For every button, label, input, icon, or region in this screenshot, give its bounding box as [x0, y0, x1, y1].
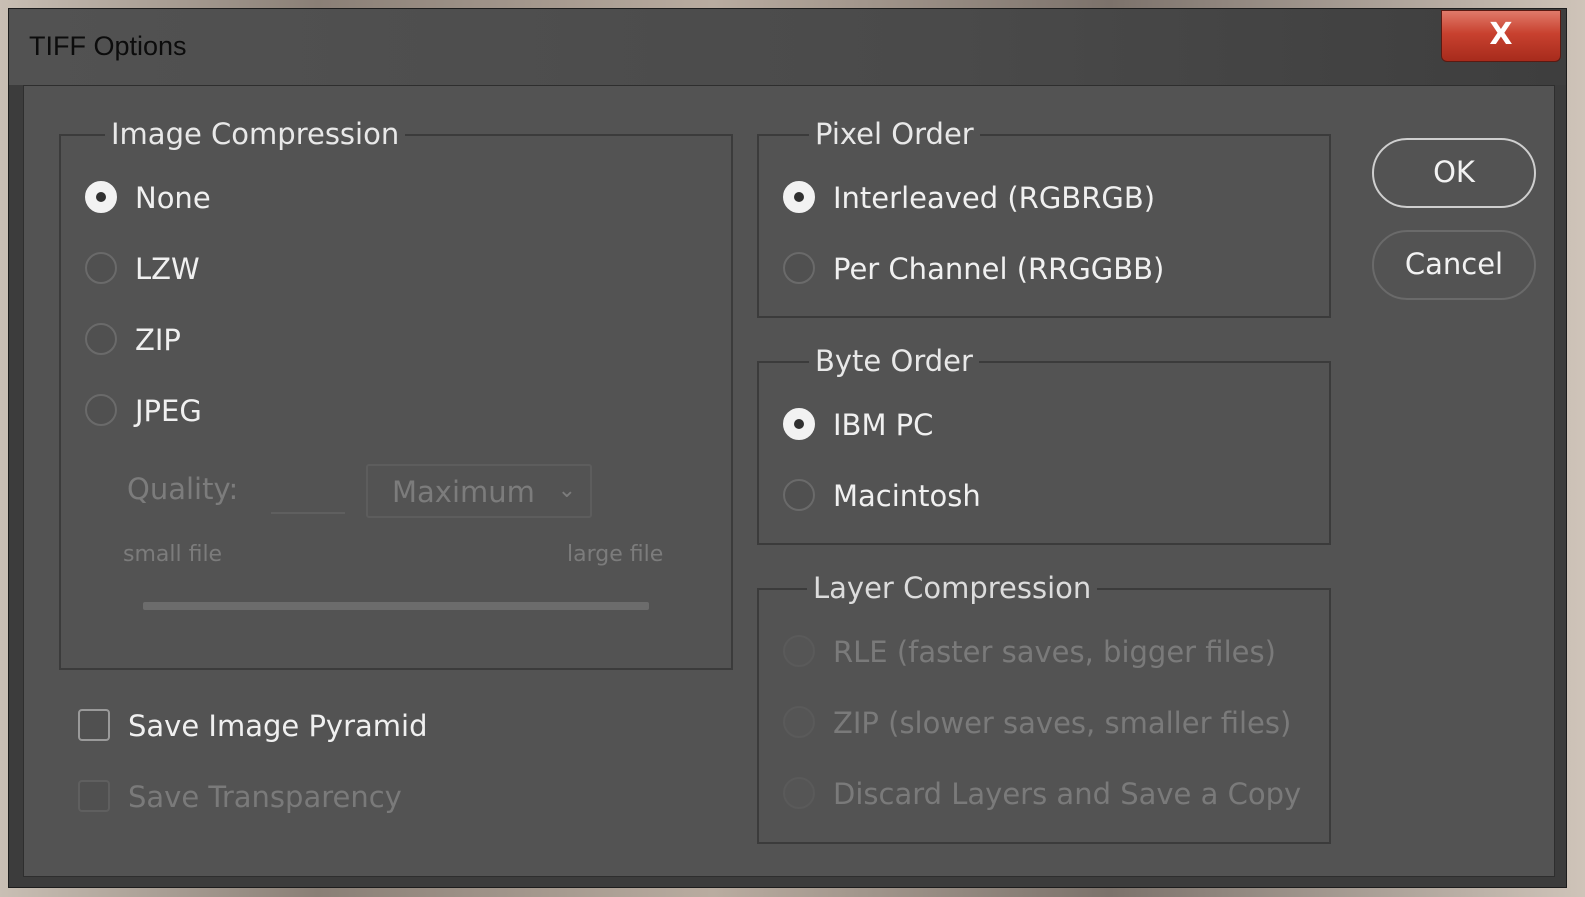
- quality-slider[interactable]: [143, 602, 649, 610]
- quality-select[interactable]: Maximum ⌄: [366, 464, 592, 518]
- compression-jpeg-radio[interactable]: [85, 394, 117, 426]
- pixel-order-interleaved-label[interactable]: Interleaved (RGBRGB): [833, 178, 1155, 218]
- save-transparency-label: Save Transparency: [128, 780, 402, 814]
- byte-order-macintosh-radio[interactable]: [783, 479, 815, 511]
- pixel-order-per-channel-radio[interactable]: [783, 252, 815, 284]
- close-icon: X: [1489, 17, 1513, 52]
- pixel-order-interleaved-radio[interactable]: [783, 181, 815, 213]
- layer-compression-rle-radio: [783, 635, 815, 667]
- cancel-button[interactable]: Cancel: [1372, 230, 1536, 300]
- chevron-down-icon: ⌄: [557, 478, 576, 503]
- save-transparency-checkbox: [78, 780, 110, 812]
- byte-order-macintosh-label[interactable]: Macintosh: [833, 476, 981, 516]
- compression-zip-radio[interactable]: [85, 323, 117, 355]
- dialog-title: TIFF Options: [29, 31, 187, 61]
- compression-none-label[interactable]: None: [135, 178, 211, 218]
- save-image-pyramid-label[interactable]: Save Image Pyramid: [128, 706, 428, 746]
- layer-compression-discard-radio: [783, 777, 815, 809]
- title-bar[interactable]: TIFF Options X: [9, 9, 1566, 85]
- byte-order-legend: Byte Order: [809, 341, 979, 381]
- pixel-order-legend: Pixel Order: [809, 114, 980, 154]
- layer-compression-zip-label: ZIP (slower saves, smaller files): [833, 706, 1292, 740]
- quality-input[interactable]: [271, 468, 345, 514]
- layer-compression-zip-radio: [783, 706, 815, 738]
- compression-lzw-radio[interactable]: [85, 252, 117, 284]
- tiff-options-dialog: TIFF Options X Image Compression None LZ…: [8, 8, 1567, 888]
- layer-compression-rle-label: RLE (faster saves, bigger files): [833, 635, 1276, 669]
- save-image-pyramid-checkbox[interactable]: [78, 709, 110, 741]
- ok-button[interactable]: OK: [1372, 138, 1536, 208]
- close-button[interactable]: X: [1441, 10, 1561, 62]
- quality-label: Quality:: [127, 472, 239, 506]
- image-compression-legend: Image Compression: [105, 114, 406, 154]
- compression-lzw-label[interactable]: LZW: [135, 249, 200, 289]
- quality-select-value: Maximum: [392, 475, 535, 509]
- compression-zip-label[interactable]: ZIP: [135, 320, 181, 360]
- image-compression-group: Image Compression None LZW ZIP JPEG Qual…: [59, 114, 733, 670]
- layer-compression-legend: Layer Compression: [807, 568, 1098, 608]
- pixel-order-group: Pixel Order Interleaved (RGBRGB) Per Cha…: [757, 114, 1331, 318]
- compression-jpeg-label[interactable]: JPEG: [135, 391, 202, 431]
- byte-order-ibm-pc-label[interactable]: IBM PC: [833, 405, 933, 445]
- byte-order-ibm-pc-radio[interactable]: [783, 408, 815, 440]
- layer-compression-group: Layer Compression RLE (faster saves, big…: [757, 568, 1331, 844]
- dialog-body: Image Compression None LZW ZIP JPEG Qual…: [23, 85, 1555, 877]
- pixel-order-per-channel-label[interactable]: Per Channel (RRGGBB): [833, 249, 1164, 289]
- small-file-label: small file: [123, 542, 223, 567]
- layer-compression-discard-label: Discard Layers and Save a Copy: [833, 777, 1302, 811]
- byte-order-group: Byte Order IBM PC Macintosh: [757, 341, 1331, 545]
- large-file-label: large file: [567, 542, 664, 567]
- compression-none-radio[interactable]: [85, 181, 117, 213]
